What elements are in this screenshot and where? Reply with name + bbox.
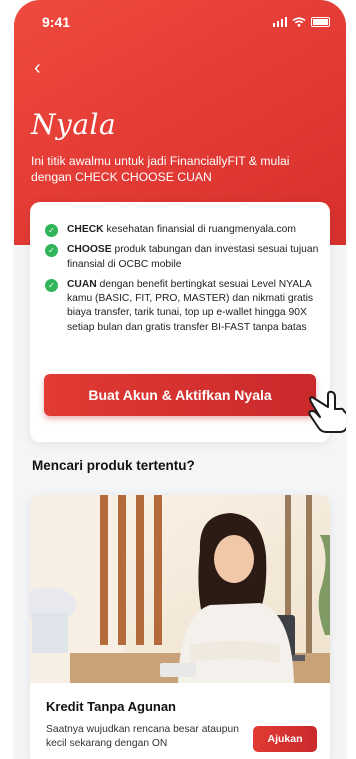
section-title: Mencari produk tertentu? [32,458,195,473]
benefit-item-choose: ✓ CHOOSE produk tabungan dan investasi s… [45,243,321,272]
phone-screen: 9:41 ‹ Nyala Ini titik awalmu untuk jadi… [14,0,346,759]
pointer-hand-icon [308,390,346,433]
status-bar: 9:41 [14,14,346,34]
benefit-item-check: ✓ CHECK kesehatan finansial di ruangmeny… [45,223,321,237]
benefits-card: ✓ CHECK kesehatan finansial di ruangmeny… [30,202,330,442]
benefit-text: kesehatan finansial di ruangmenyala.com [103,224,296,235]
check-circle-icon: ✓ [45,278,58,292]
battery-icon [311,17,330,27]
benefit-keyword: CHOOSE [67,244,112,256]
status-time: 9:41 [42,14,71,30]
status-icons [272,17,330,27]
benefit-item-cuan: ✓ CUAN dengan benefit bertingkat sesuai … [45,278,321,335]
apply-button[interactable]: Ajukan [253,726,317,752]
nyala-logo: Nyala [31,108,117,141]
tagline: Ini titik awalmu untuk jadi FinanciallyF… [31,154,290,184]
benefits-list: ✓ CHECK kesehatan finansial di ruangmeny… [45,223,321,341]
wifi-icon [292,17,306,27]
product-card[interactable]: Kredit Tanpa Agunan Saatnya wujudkan ren… [30,495,330,759]
create-account-button[interactable]: Buat Akun & Aktifkan Nyala [44,374,316,416]
product-description: Saatnya wujudkan rencana besar ataupun k… [46,724,239,749]
benefit-keyword: CUAN [67,278,97,290]
check-circle-icon: ✓ [45,244,58,258]
signal-icon [272,17,287,27]
benefit-keyword: CHECK [67,224,104,235]
check-circle-icon: ✓ [45,224,58,237]
benefit-text: dengan benefit bertingkat sesuai Level N… [67,278,314,333]
product-title: Kredit Tanpa Agunan [46,699,176,714]
product-image [30,495,330,683]
back-arrow-icon[interactable]: ‹ [34,57,41,80]
